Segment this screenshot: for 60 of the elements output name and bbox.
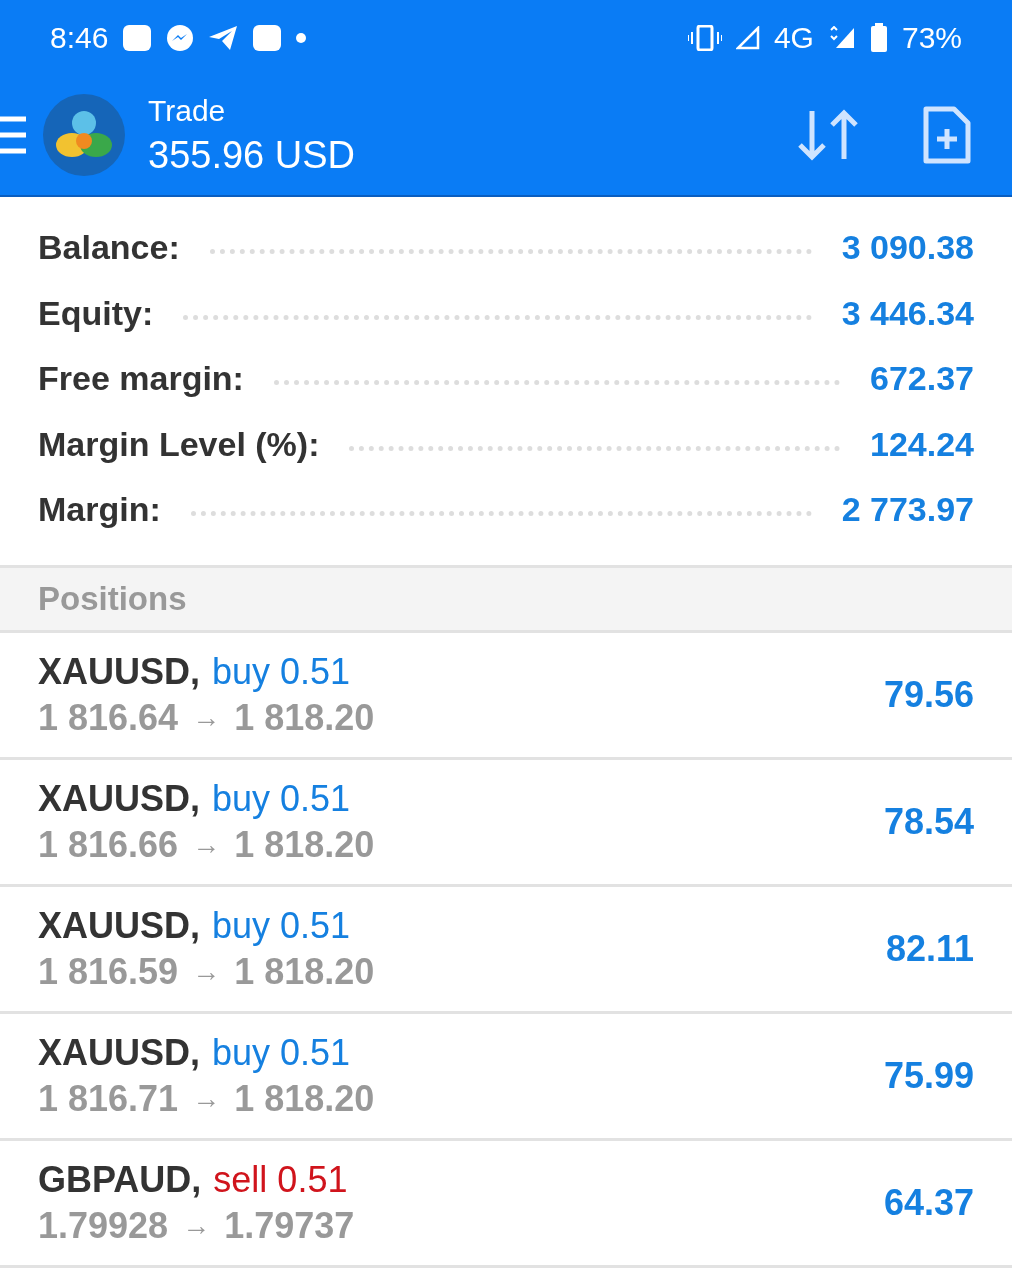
order-type: sell 0.51 (213, 1158, 348, 1201)
summary-label: Free margin: (38, 359, 244, 399)
profit: 64.37 (883, 1181, 974, 1224)
open-price: 1.79928 (38, 1204, 169, 1247)
summary-value: 2 773.97 (841, 490, 974, 530)
order-type: buy 0.51 (212, 650, 351, 693)
summary-value: 3 090.38 (841, 228, 974, 268)
arrow-glyph: → (192, 828, 221, 861)
profit: 79.56 (883, 673, 974, 716)
summary-value: 124.24 (870, 424, 974, 464)
section-header: Positions (0, 564, 1012, 633)
arrow-glyph: → (192, 1082, 221, 1115)
symbol: GBPAUD, (38, 1158, 202, 1201)
current-price: 1 818.20 (234, 823, 375, 866)
network-type: 4G (773, 20, 814, 55)
position-row[interactable]: GBPAUD, sell 0.51 1.79928 → 1.79737 64.37 (0, 1140, 1012, 1268)
position-row[interactable]: XAUUSD, buy 0.51 1 816.66 → 1 818.20 78.54 (0, 759, 1012, 887)
symbol: XAUUSD, (38, 904, 201, 947)
status-time: 8:46 (50, 20, 109, 55)
screen-title: Trade (148, 93, 227, 128)
position-row[interactable]: XAUUSD, buy 0.51 1 816.71 → 1 818.20 75.99 (0, 1013, 1012, 1141)
arrow-glyph: → (182, 1209, 211, 1242)
battery-icon (869, 22, 888, 53)
signal-icon (827, 25, 856, 50)
symbol: XAUUSD, (38, 650, 201, 693)
profit: 82.11 (885, 927, 974, 970)
arrow-glyph: → (192, 955, 221, 988)
open-price: 1 816.59 (38, 950, 179, 993)
summary-label: Equity: (38, 293, 154, 333)
open-price: 1 816.66 (38, 823, 179, 866)
current-price: 1 818.20 (234, 696, 375, 739)
order-type: buy 0.51 (212, 777, 351, 820)
account-balance: 355.96 USD (148, 133, 355, 177)
battery-level: 73% (901, 20, 962, 55)
arrow-glyph: → (192, 701, 221, 734)
position-row[interactable]: XAUUSD, buy 0.51 1 816.64 → 1 818.20 79.56 (0, 632, 1012, 760)
profit: 75.99 (883, 1054, 974, 1097)
vibrate-icon (687, 24, 722, 51)
new-order-icon[interactable] (922, 105, 972, 165)
signal-icon (735, 25, 760, 50)
paper-plane-icon (208, 24, 239, 51)
order-type: buy 0.51 (212, 1031, 351, 1074)
summary-value: 672.37 (870, 359, 974, 399)
dot-icon (296, 32, 307, 43)
symbol: XAUUSD, (38, 777, 201, 820)
summary-label: Margin: (38, 490, 161, 530)
position-row[interactable]: XAUUSD, buy 0.51 1 816.59 → 1 818.20 82.11 (0, 886, 1012, 1014)
symbol: XAUUSD, (38, 1031, 201, 1074)
current-price: 1 818.20 (234, 1077, 375, 1120)
current-price: 1 818.20 (234, 950, 375, 993)
profit: 78.54 (883, 800, 974, 843)
summary-label: Balance: (38, 228, 180, 268)
summary-label: Margin Level (%): (38, 424, 320, 464)
open-price: 1 816.71 (38, 1077, 179, 1120)
order-type: buy 0.51 (212, 904, 351, 947)
menu-icon[interactable] (0, 115, 26, 155)
messenger-icon (166, 23, 195, 52)
summary-value: 3 446.34 (841, 293, 974, 333)
current-price: 1.79737 (224, 1204, 355, 1247)
open-price: 1 816.64 (38, 696, 179, 739)
